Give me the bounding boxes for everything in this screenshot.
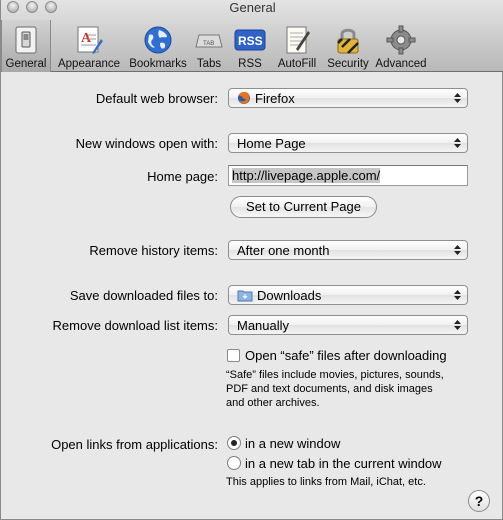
new-windows-label: New windows open with:	[75, 136, 218, 151]
popup-arrows-icon	[454, 320, 461, 330]
tab-appearance-label: Appearance	[57, 58, 121, 70]
preferences-toolbar: General A Appearance Bookmarks TAB Tabs …	[1, 20, 429, 72]
remove-history-popup[interactable]: After one month	[228, 240, 468, 260]
radio-new-tab-label: in a new tab in the current window	[245, 456, 442, 471]
tab-icon: TAB	[195, 34, 223, 48]
radio-new-tab[interactable]	[227, 456, 241, 470]
tab-security-label: Security	[327, 58, 369, 70]
open-links-label: Open links from applications:	[51, 437, 218, 452]
tab-appearance[interactable]: A Appearance	[51, 20, 127, 72]
globe-icon	[144, 26, 172, 54]
popup-arrows-icon	[454, 245, 461, 255]
rss-badge: RSS	[238, 34, 263, 48]
radio-new-window[interactable]	[227, 436, 241, 450]
safe-files-note-3: and other archives.	[226, 397, 320, 409]
preferences-window: General General A Appearance Bookmarks T…	[0, 0, 503, 520]
remove-download-list-value: Manually	[237, 317, 290, 333]
set-to-current-page-button[interactable]: Set to Current Page	[230, 196, 377, 218]
default-browser-value: Firefox	[255, 90, 295, 106]
tab-autofill[interactable]: AutoFill	[271, 20, 323, 72]
tab-security[interactable]: Security	[323, 20, 373, 72]
tab-advanced-label: Advanced	[375, 58, 427, 70]
open-links-note: This applies to links from Mail, iChat, …	[226, 476, 426, 488]
tab-advanced[interactable]: Advanced	[373, 20, 429, 72]
firefox-icon	[238, 91, 250, 104]
gear-icon	[386, 25, 416, 55]
safe-files-note-2: PDF and text documents, and disk images	[226, 383, 433, 395]
tab-general-label: General	[5, 58, 47, 70]
tab-general[interactable]: General	[1, 20, 51, 72]
tab-icon-badge: TAB	[203, 41, 214, 47]
window-title: General	[229, 0, 276, 15]
title-toolbar: General General A Appearance Bookmarks T…	[1, 0, 503, 72]
tab-rss-label: RSS	[238, 58, 262, 70]
rss-icon: RSS	[234, 29, 266, 51]
popup-arrows-icon	[454, 138, 461, 148]
radio-new-window-label: in a new window	[245, 436, 341, 451]
remove-download-list-popup[interactable]: Manually	[228, 315, 468, 335]
remove-history-value: After one month	[237, 242, 330, 258]
help-button[interactable]: ?	[468, 490, 490, 512]
open-safe-files-label: Open “safe” files after downloading	[245, 348, 447, 363]
lock-icon	[337, 28, 359, 54]
home-page-field[interactable]: http://livepage.apple.com/	[228, 165, 468, 186]
popup-arrows-icon	[454, 93, 461, 103]
new-windows-popup[interactable]: Home Page	[228, 133, 468, 153]
tab-autofill-label: AutoFill	[277, 58, 317, 70]
general-switch-icon	[15, 26, 37, 54]
tab-bookmarks-label: Bookmarks	[129, 58, 187, 70]
tab-bookmarks[interactable]: Bookmarks	[127, 20, 189, 72]
remove-history-label: Remove history items:	[89, 243, 218, 258]
tab-tabs-label: Tabs	[196, 58, 222, 70]
home-page-value: http://livepage.apple.com/	[232, 168, 381, 183]
save-downloads-popup[interactable]: Downloads	[228, 285, 468, 305]
default-browser-popup[interactable]: Firefox	[228, 88, 468, 108]
save-downloads-value: Downloads	[257, 287, 322, 303]
autofill-icon	[286, 26, 310, 54]
remove-download-list-label: Remove download list items:	[52, 318, 218, 333]
safe-files-note-1: “Safe” files include movies, pictures, s…	[226, 369, 444, 381]
new-windows-value: Home Page	[237, 135, 306, 151]
save-downloads-label: Save downloaded files to:	[69, 288, 218, 303]
popup-arrows-icon	[454, 290, 461, 300]
open-safe-files-checkbox[interactable]	[227, 349, 240, 362]
tab-rss[interactable]: RSS RSS	[229, 20, 271, 72]
appearance-icon: A	[77, 26, 103, 54]
home-page-label: Home page:	[147, 169, 218, 184]
tab-tabs[interactable]: TAB Tabs	[189, 20, 229, 72]
folder-icon	[237, 290, 253, 302]
default-browser-label: Default web browser:	[95, 91, 218, 106]
